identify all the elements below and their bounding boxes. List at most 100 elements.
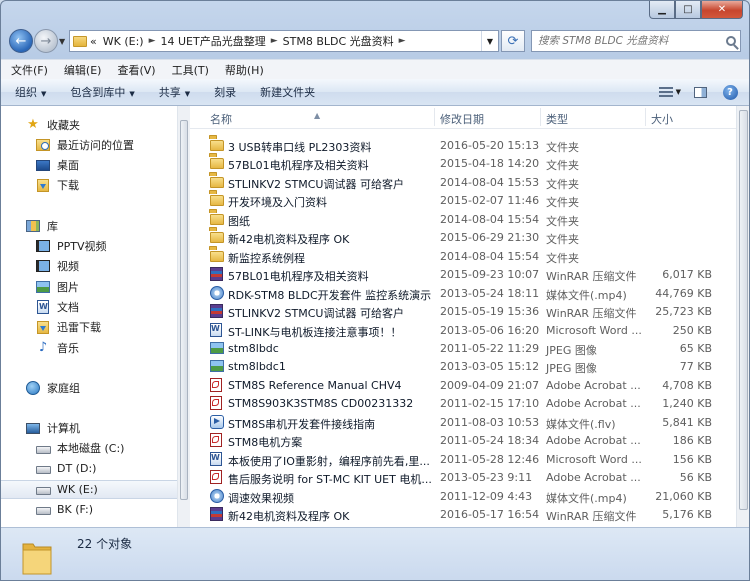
file-row[interactable]: 新42电机资料及程序 OK 2016-05-17 16:54 WinRAR 压缩文件… — [190, 505, 736, 524]
nav-item[interactable]: DT (D:) — [1, 459, 177, 478]
homegroup-icon — [26, 380, 40, 395]
breadcrumb-overflow[interactable]: « — [87, 35, 100, 48]
share-label: 共享 — [158, 86, 181, 99]
nav-item[interactable]: 计算机 — [1, 419, 177, 438]
nav-item[interactable]: 文档 — [1, 297, 177, 316]
file-row[interactable]: STM8S串机开发套件接线指南 2011-08-03 10:53 媒体文件(.flv… — [190, 413, 736, 432]
pdf-document-icon — [210, 377, 222, 392]
pdf-document-icon — [210, 470, 222, 485]
search-input[interactable] — [532, 34, 720, 48]
file-row[interactable]: RDK-STM8 BLDC开发套件 监控系统演示 2013-05-24 18:11… — [190, 284, 736, 303]
file-row[interactable]: 57BL01电机程序及相关资料 2015-09-23 10:07 WinRAR 压缩… — [190, 265, 736, 284]
search-box[interactable] — [531, 30, 741, 52]
nav-item-label: 桌面 — [57, 159, 79, 173]
file-row[interactable]: 57BL01电机程序及相关资料 2015-04-18 14:20 文件夹 — [190, 154, 736, 173]
file-name: ST-LINK与电机板连接注意事项！！ — [228, 325, 402, 339]
nav-item[interactable]: 桌面 — [1, 156, 177, 175]
navigation-scrollbar[interactable] — [177, 106, 190, 527]
refresh-button[interactable]: ⟳ — [501, 30, 525, 52]
new-folder-button[interactable]: 新建文件夹 — [246, 84, 325, 100]
file-icon-wrap — [210, 451, 225, 466]
file-size: 186 KB — [672, 434, 712, 448]
burn-button[interactable]: 刻录 — [200, 84, 246, 100]
breadcrumb-current[interactable]: STM8 BLDC 光盘资料 — [280, 33, 397, 49]
organize-button[interactable]: 组织 ▼ — [1, 84, 56, 100]
forward-button[interactable]: → — [34, 29, 58, 53]
file-row[interactable]: 本板使用了IO重影射，编程序前先看,里...2011-05-28 12:46Mi… — [190, 450, 736, 469]
close-button[interactable]: ✕ — [701, 1, 743, 19]
library-icon — [26, 219, 40, 232]
preview-pane-button[interactable] — [689, 83, 711, 101]
menu-help[interactable]: 帮助(H) — [215, 62, 270, 78]
file-icon-wrap — [210, 377, 225, 392]
nav-item[interactable]: 图片 — [1, 277, 177, 296]
file-row[interactable]: 3 USB转串口线 PL2303资料 2016-05-20 15:13 文件夹 — [190, 136, 736, 155]
column-date[interactable]: 修改日期 — [440, 111, 484, 127]
menu-file[interactable]: 文件(F) — [1, 62, 54, 78]
nav-item[interactable]: PPTV视频 — [1, 237, 177, 256]
menu-edit[interactable]: 编辑(E) — [54, 62, 108, 78]
nav-item[interactable]: WK (E:) — [1, 479, 177, 499]
documents-icon — [37, 299, 49, 314]
scrollbar-thumb[interactable] — [180, 120, 188, 500]
scrollbar-thumb[interactable] — [739, 110, 748, 510]
nav-item[interactable]: 本地磁盘 (C:) — [1, 439, 177, 458]
file-row[interactable]: stm8lbdc1 2013-03-05 15:12 JPEG 图像 77 KB — [190, 357, 736, 376]
back-button[interactable]: ← — [9, 29, 33, 53]
change-view-button[interactable]: ▼ — [659, 83, 681, 101]
chevron-right-icon[interactable]: ► — [147, 36, 158, 46]
nav-item[interactable]: 最近访问的位置 — [1, 135, 177, 154]
file-row[interactable]: ST-LINK与电机板连接注意事项！！2013-05-06 16:20Micro… — [190, 321, 736, 340]
share-button[interactable]: 共享 ▼ — [145, 84, 200, 100]
minimize-button[interactable]: ▁ — [649, 1, 675, 19]
nav-item[interactable]: ★ 收藏夹 — [1, 115, 177, 134]
file-row[interactable]: 售后服务说明 for ST-MC KIT UET 电机... 2013-05-23… — [190, 468, 736, 487]
file-date: 2014-08-04 15:53 — [440, 175, 540, 189]
nav-item-label: DT (D:) — [57, 462, 97, 476]
nav-item[interactable]: BK (F:) — [1, 500, 177, 519]
nav-item[interactable]: 下载 — [1, 176, 177, 195]
breadcrumb-folder[interactable]: 14 UET产品光盘整理 — [157, 33, 268, 49]
file-row[interactable]: 调速效果视频 2011-12-09 4:43 媒体文件(.mp4) 21,060 KB — [190, 487, 736, 506]
menu-tools[interactable]: 工具(T) — [162, 62, 215, 78]
column-size[interactable]: 大小 — [651, 111, 673, 127]
file-row[interactable]: STM8电机方案 2011-05-24 18:34 Adobe Acrobat ..… — [190, 431, 736, 450]
file-row[interactable]: STLINKV2 STMCU调试器 可给客户 2015-05-19 15:36 Wi… — [190, 302, 736, 321]
breadcrumb-drive[interactable]: WK (E:) — [100, 35, 147, 48]
column-name[interactable]: 名称 — [210, 111, 232, 127]
folder-icon — [210, 158, 224, 170]
column-divider[interactable] — [645, 108, 646, 126]
help-button[interactable]: ? — [719, 83, 741, 101]
file-row[interactable]: STM8S903K3STM8S CD00231332 2011-02-15 17:… — [190, 394, 736, 413]
nav-item[interactable]: 视频 — [1, 257, 177, 276]
include-in-library-button[interactable]: 包含到库中 ▼ — [56, 84, 144, 100]
nav-item[interactable]: 家庭组 — [1, 378, 177, 397]
maximize-button[interactable]: □ — [675, 1, 701, 19]
file-row[interactable]: 新监控系统例程 2014-08-04 15:54 文件夹 — [190, 247, 736, 266]
column-type[interactable]: 类型 — [546, 111, 568, 127]
address-bar[interactable]: « WK (E:) ► 14 UET产品光盘整理 ► STM8 BLDC 光盘资… — [69, 30, 499, 52]
column-divider[interactable] — [434, 108, 435, 126]
column-header: 名称 ▲ 修改日期 类型 大小 — [190, 106, 736, 129]
file-size: 21,060 KB — [655, 489, 712, 503]
file-list-scrollbar[interactable] — [736, 106, 749, 527]
video-file-icon — [210, 414, 224, 429]
file-row[interactable]: 新42电机资料及程序 OK 2015-06-29 21:30 文件夹 — [190, 228, 736, 247]
menu-view[interactable]: 查看(V) — [107, 62, 161, 78]
file-row[interactable]: stm8lbdc 2011-05-22 11:29 JPEG 图像 65 KB — [190, 339, 736, 358]
file-row[interactable]: 开发环境及入门资料 2015-02-07 11:46 文件夹 — [190, 191, 736, 210]
nav-item-label: 本地磁盘 (C:) — [57, 442, 125, 456]
file-row[interactable]: 图纸 2014-08-04 15:54 文件夹 — [190, 210, 736, 229]
file-row[interactable]: STLINKV2 STMCU调试器 可给客户 2014-08-04 15:53 文件… — [190, 173, 736, 192]
nav-item[interactable]: ♪ 音乐 — [1, 338, 177, 357]
nav-item[interactable]: 迅雷下载 — [1, 318, 177, 337]
chevron-right-icon[interactable]: ► — [397, 36, 408, 46]
file-row[interactable]: STM8S Reference Manual CHV4 2009-04-09 21… — [190, 376, 736, 395]
recent-pages-dropdown[interactable]: ▼ — [59, 37, 65, 46]
nav-item-icon-wrap: ★ — [25, 117, 41, 132]
address-dropdown[interactable]: ▼ — [481, 31, 498, 51]
file-date: 2011-08-03 10:53 — [440, 415, 540, 429]
column-divider[interactable] — [540, 108, 541, 126]
nav-item[interactable]: 库 — [1, 216, 177, 235]
chevron-right-icon[interactable]: ► — [269, 36, 280, 46]
